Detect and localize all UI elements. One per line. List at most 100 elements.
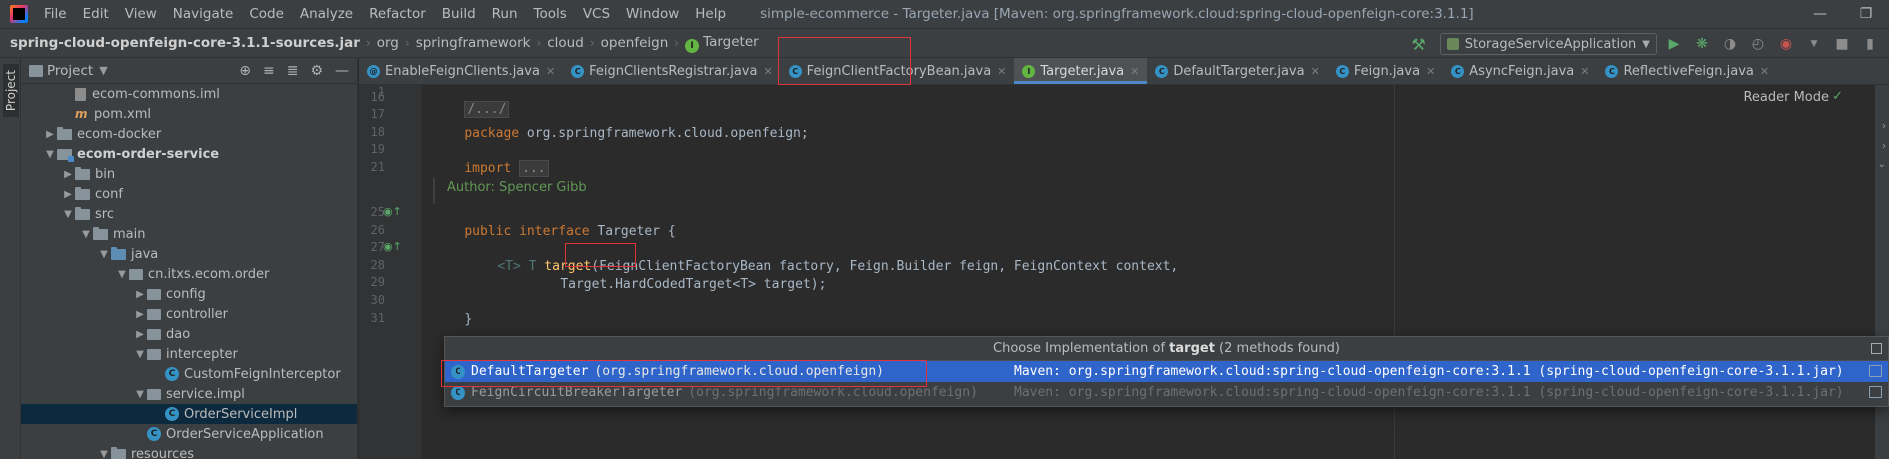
tree-item-controller[interactable]: ▶ controller bbox=[21, 304, 357, 324]
chevron-right-icon[interactable]: ▶ bbox=[43, 129, 57, 140]
close-icon[interactable]: ✕ bbox=[1311, 65, 1320, 78]
chevron-right-icon[interactable]: ▶ bbox=[61, 169, 75, 180]
menu-build[interactable]: Build bbox=[434, 0, 484, 28]
tab-feign-java[interactable]: C Feign.java ✕ bbox=[1328, 58, 1443, 84]
menu-help[interactable]: Help bbox=[687, 0, 734, 28]
class-icon: C bbox=[451, 364, 465, 379]
chevron-down-icon[interactable]: ▼ bbox=[79, 229, 93, 240]
close-icon[interactable]: ✕ bbox=[763, 65, 772, 78]
menu-run[interactable]: Run bbox=[484, 0, 526, 28]
tab-feignclientfactorybean-java[interactable]: C FeignClientFactoryBean.java ✕ bbox=[781, 58, 1015, 84]
chevron-right-icon[interactable]: ▶ bbox=[133, 329, 147, 340]
chevron-down-icon[interactable]: ▼ bbox=[97, 449, 111, 459]
tree-item-cn-itxs-ecom-order[interactable]: ▼ cn.itxs.ecom.order bbox=[21, 264, 357, 284]
implemented-interface-icon[interactable]: ◉↑ bbox=[383, 205, 402, 218]
tree-item-orderserviceapplication[interactable]: C OrderServiceApplication bbox=[21, 424, 357, 444]
tab-targeter-java[interactable]: I Targeter.java ✕ bbox=[1014, 58, 1148, 84]
tree-item-label: conf bbox=[95, 186, 123, 202]
breadcrumb-jar[interactable]: spring-cloud-openfeign-core-3.1.1-source… bbox=[0, 35, 366, 51]
chevron-right-icon[interactable]: ▶ bbox=[133, 289, 147, 300]
tree-item-config[interactable]: ▶ config bbox=[21, 284, 357, 304]
run-configuration-select[interactable]: StorageServiceApplication ▼ bbox=[1439, 33, 1657, 55]
breadcrumb-openfeign[interactable]: openfeign bbox=[595, 35, 675, 51]
breadcrumb-cloud[interactable]: cloud bbox=[541, 35, 590, 51]
minimize-icon[interactable]: — bbox=[1797, 0, 1843, 28]
close-icon[interactable]: ✕ bbox=[1760, 65, 1769, 78]
menu-vcs[interactable]: VCS bbox=[575, 0, 618, 28]
tree-item-ecom-docker[interactable]: ▶ ecom-docker bbox=[21, 124, 357, 144]
tree-item-resources[interactable]: ▼ resources bbox=[21, 444, 357, 459]
tree-item-java[interactable]: ▼ java bbox=[21, 244, 357, 264]
gear-icon[interactable]: ⚙ bbox=[310, 63, 323, 79]
chevron-down-icon[interactable]: ▼ bbox=[99, 64, 107, 77]
tree-item-intercepter[interactable]: ▼ intercepter bbox=[21, 344, 357, 364]
hide-panel-icon[interactable]: — bbox=[335, 63, 349, 79]
menu-refactor[interactable]: Refactor bbox=[361, 0, 434, 28]
collapse-all-icon[interactable]: ≣ bbox=[287, 63, 299, 79]
chevron-down-icon[interactable]: ▼ bbox=[133, 349, 147, 360]
close-icon[interactable]: ✕ bbox=[1130, 65, 1139, 78]
menu-navigate[interactable]: Navigate bbox=[165, 0, 242, 28]
more-run-options-icon[interactable]: ▼ bbox=[1803, 33, 1825, 55]
implemented-method-icon[interactable]: ◉↑ bbox=[383, 240, 402, 253]
tree-item-dao[interactable]: ▶ dao bbox=[21, 324, 357, 344]
tab-feignclientsregistrar-java[interactable]: C FeignClientsRegistrar.java ✕ bbox=[563, 58, 781, 84]
menu-view[interactable]: View bbox=[117, 0, 165, 28]
restore-icon[interactable]: ❐ bbox=[1843, 0, 1889, 28]
tree-item-conf[interactable]: ▶ conf bbox=[21, 184, 357, 204]
chevron-right-icon[interactable]: › bbox=[1882, 141, 1886, 152]
menu-window[interactable]: Window bbox=[618, 0, 687, 28]
breadcrumb-org[interactable]: org bbox=[371, 35, 405, 51]
chevron-right-icon[interactable]: ▶ bbox=[61, 189, 75, 200]
tree-item-customfeigninterceptor[interactable]: C CustomFeignInterceptor bbox=[21, 364, 357, 384]
close-icon[interactable]: ✕ bbox=[546, 65, 555, 78]
debug-icon[interactable]: ❋ bbox=[1691, 33, 1713, 55]
tree-item-main[interactable]: ▼ main bbox=[21, 224, 357, 244]
menu-file[interactable]: File bbox=[36, 0, 75, 28]
build-hammer-icon[interactable]: ⚒ bbox=[1411, 35, 1425, 54]
attach-profiler-icon[interactable]: ◉ bbox=[1775, 33, 1797, 55]
stop-icon[interactable]: ■ bbox=[1831, 33, 1853, 55]
chevron-down-icon[interactable]: ▼ bbox=[61, 209, 75, 220]
chevron-right-icon[interactable]: ▶ bbox=[133, 309, 147, 320]
profile-icon[interactable]: ◴ bbox=[1747, 33, 1769, 55]
chevron-down-icon[interactable]: ▼ bbox=[133, 389, 147, 400]
tree-item-ecom-order-service[interactable]: ▼ ecom-order-service bbox=[21, 144, 357, 164]
chevron-down-icon[interactable]: ⌄ bbox=[1878, 159, 1886, 170]
breadcrumb-targeter[interactable]: I Targeter bbox=[679, 34, 765, 53]
tree-item-orderserviceimpl[interactable]: C OrderServiceImpl bbox=[21, 404, 357, 424]
coverage-icon[interactable]: ◑ bbox=[1719, 33, 1741, 55]
chevron-right-icon[interactable]: › bbox=[1882, 121, 1886, 132]
tree-item-bin[interactable]: ▶ bin bbox=[21, 164, 357, 184]
tab-defaulttargeter-java[interactable]: C DefaultTargeter.java ✕ bbox=[1147, 58, 1327, 84]
menu-tools[interactable]: Tools bbox=[526, 0, 575, 28]
reader-mode-toggle[interactable]: Reader Mode bbox=[1743, 90, 1829, 105]
implementation-row-defaulttargeter[interactable]: C DefaultTargeter (org.springframework.clo… bbox=[445, 361, 1888, 382]
tab-reflectivefeign-java[interactable]: C ReflectiveFeign.java ✕ bbox=[1597, 58, 1777, 84]
menu-code[interactable]: Code bbox=[241, 0, 292, 28]
chevron-down-icon[interactable]: ▼ bbox=[115, 269, 129, 280]
run-icon[interactable]: ▶ bbox=[1663, 33, 1685, 55]
tab-asyncfeign-java[interactable]: C AsyncFeign.java ✕ bbox=[1443, 58, 1597, 84]
expand-all-icon[interactable]: ≡ bbox=[263, 63, 275, 79]
tree-item-src[interactable]: ▼ src bbox=[21, 204, 357, 224]
side-panel-toggle-icon[interactable]: ▮ bbox=[1859, 33, 1881, 55]
closing-brace: } bbox=[464, 312, 473, 327]
project-panel-title[interactable]: Project bbox=[47, 63, 93, 79]
menu-edit[interactable]: Edit bbox=[75, 0, 117, 28]
breadcrumb-springframework[interactable]: springframework bbox=[410, 35, 537, 51]
close-icon[interactable]: ✕ bbox=[1426, 65, 1435, 78]
implementation-row-feigncircuitbreakertargeter[interactable]: C FeignCircuitBreakerTargeter (org.springf… bbox=[445, 382, 1888, 403]
close-icon[interactable]: ✕ bbox=[1580, 65, 1589, 78]
close-icon[interactable]: ✕ bbox=[997, 65, 1006, 78]
chevron-down-icon[interactable]: ▼ bbox=[43, 149, 57, 160]
folded-imports[interactable]: ... bbox=[519, 160, 549, 177]
tree-item-service-impl[interactable]: ▼ service.impl bbox=[21, 384, 357, 404]
menu-analyze[interactable]: Analyze bbox=[292, 0, 361, 28]
tree-item-pom-xml[interactable]: m pom.xml bbox=[21, 104, 357, 124]
locate-file-icon[interactable]: ⊕ bbox=[239, 63, 251, 79]
tree-item-ecom-commons-iml[interactable]: ecom-commons.iml bbox=[21, 84, 357, 104]
chevron-down-icon[interactable]: ▼ bbox=[97, 249, 111, 260]
project-tool-window-button[interactable]: Project bbox=[3, 64, 19, 118]
open-in-find-window-icon[interactable] bbox=[1871, 343, 1882, 354]
